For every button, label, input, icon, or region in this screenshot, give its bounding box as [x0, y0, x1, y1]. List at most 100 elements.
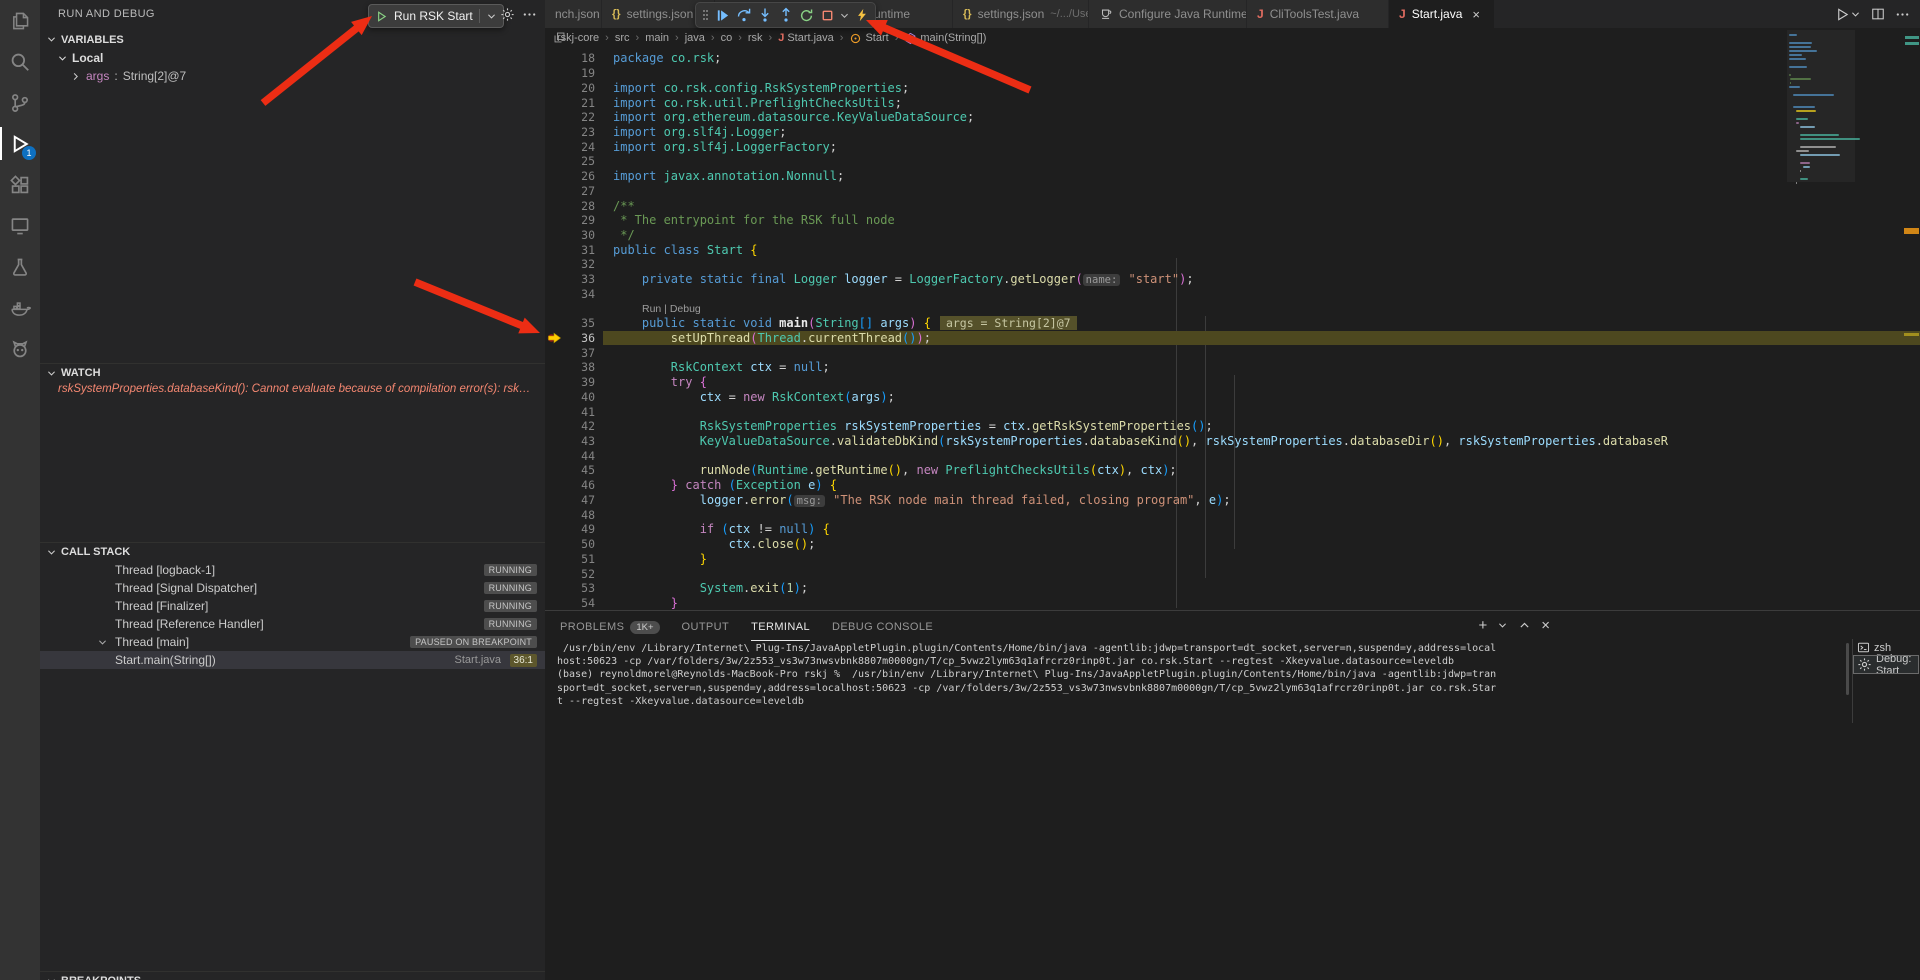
chevron-down-icon[interactable]: [486, 11, 497, 22]
code-text: import co.rsk.util.PreflightChecksUtils;: [613, 96, 902, 110]
code-line: 33 private static final Logger logger = …: [545, 272, 1920, 287]
code-line: 34: [545, 287, 1920, 302]
watch-expression-error[interactable]: rskSystemProperties.databaseKind(): Cann…: [58, 383, 537, 395]
tab-nch-json[interactable]: nch.json: [545, 0, 602, 28]
drag-handle-icon[interactable]: [699, 4, 712, 26]
minimap[interactable]: [1787, 30, 1855, 605]
line-number: 37: [545, 346, 613, 360]
more-actions-icon[interactable]: [522, 7, 537, 22]
codelens-debug-link[interactable]: Debug: [670, 303, 701, 315]
step-into-button[interactable]: [754, 4, 775, 26]
code-editor[interactable]: 18package co.rsk;1920import co.rsk.confi…: [545, 48, 1920, 613]
line-number: 39: [545, 375, 613, 389]
activity-testing[interactable]: [0, 246, 40, 287]
step-out-button[interactable]: [775, 4, 796, 26]
terminal-list-item-debug-start[interactable]: Debug: Start: [1854, 656, 1918, 673]
maximize-panel-icon[interactable]: [1518, 619, 1531, 632]
call-stack-thread[interactable]: Thread [Finalizer]RUNNING: [40, 597, 545, 615]
activity-docker[interactable]: [0, 287, 40, 328]
line-number: 25: [545, 154, 613, 168]
chevron-down-icon: [46, 547, 57, 558]
breadcrumb-item[interactable]: rsk: [748, 32, 763, 44]
minimap-line: [1796, 122, 1799, 124]
line-number: 35: [545, 316, 613, 330]
breadcrumb-item[interactable]: main(String[]): [904, 32, 986, 45]
chevron-down-icon: [46, 368, 57, 379]
terminal-scrollbar[interactable]: [1846, 643, 1849, 695]
stop-chevron-button[interactable]: [838, 4, 851, 26]
variables-section-header[interactable]: VARIABLES: [40, 30, 545, 49]
extensions-icon: [9, 174, 31, 196]
stacked-panels-icon[interactable]: [553, 31, 566, 44]
tab-settings-json[interactable]: {}settings.json~/.../User: [953, 0, 1089, 28]
breadcrumb-item[interactable]: java: [685, 32, 705, 44]
variable-row-args[interactable]: args: String[2]@7: [70, 67, 186, 85]
more-actions-icon[interactable]: [1895, 7, 1910, 22]
codelens-row: Run | Debug: [545, 301, 1920, 316]
terminal-line: sport=dt_socket,server=n,suspend=y,addre…: [557, 682, 1840, 695]
call-stack-thread[interactable]: Thread [Reference Handler]RUNNING: [40, 615, 545, 633]
activity-source-control[interactable]: [0, 82, 40, 123]
panel-tab-debug-console[interactable]: DEBUG CONSOLE: [832, 613, 933, 641]
activity-run-debug[interactable]: 1: [0, 123, 40, 164]
minimap-line: [1800, 162, 1810, 164]
activity-extensions[interactable]: [0, 164, 40, 205]
code-text: package co.rsk;: [613, 51, 721, 65]
current-execution-breakpoint-icon[interactable]: [547, 332, 562, 344]
testing-icon: [9, 256, 31, 278]
restart-button[interactable]: [796, 4, 817, 26]
panel-tab-terminal[interactable]: TERMINAL: [751, 613, 810, 641]
panel-tab-problems[interactable]: PROBLEMS1K+: [560, 613, 660, 641]
tab-label: Start.java: [1412, 7, 1463, 21]
thread-status-badge: RUNNING: [484, 618, 537, 630]
breadcrumb-item[interactable]: src: [615, 32, 630, 44]
breadcrumb-separator: ›: [711, 32, 715, 44]
call-stack-section-header[interactable]: CALL STACK: [40, 542, 545, 561]
breadcrumb-item[interactable]: Start: [849, 32, 888, 45]
chevron-down-icon[interactable]: [1497, 620, 1508, 631]
breadcrumb-item[interactable]: JStart.java: [778, 32, 834, 44]
codelens-run-link[interactable]: Run: [642, 303, 661, 315]
call-stack-frame-selected[interactable]: Start.main(String[])Start.java36:1: [40, 651, 545, 669]
terminal-output[interactable]: /usr/bin/env /Library/Internet\ Plug-Ins…: [557, 642, 1840, 708]
hot-code-replace-button[interactable]: [851, 4, 872, 26]
close-icon[interactable]: ×: [1472, 7, 1480, 22]
continue-button[interactable]: [712, 4, 733, 26]
activity-remote-explorer[interactable]: [0, 205, 40, 246]
activity-cat-extension[interactable]: [0, 328, 40, 369]
run-configuration-button[interactable]: Run RSK Start: [368, 4, 504, 28]
source-control-icon: [9, 92, 31, 114]
watch-section-header[interactable]: WATCH: [40, 363, 545, 382]
stop-button[interactable]: [817, 4, 838, 26]
step-over-button[interactable]: [733, 4, 754, 26]
call-stack-thread[interactable]: Thread [Signal Dispatcher]RUNNING: [40, 579, 545, 597]
breadcrumb-item[interactable]: co: [721, 32, 733, 44]
call-stack-thread[interactable]: Thread [logback-1]RUNNING: [40, 561, 545, 579]
run-file-button[interactable]: [1835, 7, 1861, 22]
close-panel-icon[interactable]: ×: [1541, 617, 1550, 634]
activity-search[interactable]: [0, 41, 40, 82]
variables-scope-local[interactable]: Local: [57, 49, 103, 67]
tab-clitoolstest-java[interactable]: JCliToolsTest.java: [1247, 0, 1389, 28]
line-number: 50: [545, 537, 613, 551]
split-editor-button[interactable]: [1871, 7, 1885, 21]
thread-label: Thread [Finalizer]: [115, 599, 208, 613]
call-stack-thread[interactable]: Thread [main]PAUSED ON BREAKPOINT: [40, 633, 545, 651]
breadcrumb-item[interactable]: main: [645, 32, 669, 44]
panel-tab-output[interactable]: OUTPUT: [682, 613, 730, 641]
activity-explorer[interactable]: [0, 0, 40, 41]
tab-configure-java-runtime[interactable]: Configure Java Runtime: [1089, 0, 1247, 28]
tab-start-java[interactable]: JStart.java×: [1389, 0, 1495, 28]
code-text: logger.error(msg: "The RSK node main thr…: [613, 493, 1231, 507]
breakpoints-section-header[interactable]: BREAKPOINTS: [40, 971, 545, 980]
code-line: 28/**: [545, 198, 1920, 213]
line-number: 45: [545, 463, 613, 477]
line-number: 52: [545, 567, 613, 581]
new-terminal-icon[interactable]: +: [1478, 617, 1487, 634]
minimap-line: [1789, 74, 1791, 76]
thread-label: Thread [main]: [115, 635, 189, 649]
line-number: 24: [545, 140, 613, 154]
gear-icon[interactable]: [500, 7, 515, 22]
code-line: 50 ctx.close();: [545, 537, 1920, 552]
code-line: 31public class Start {: [545, 242, 1920, 257]
